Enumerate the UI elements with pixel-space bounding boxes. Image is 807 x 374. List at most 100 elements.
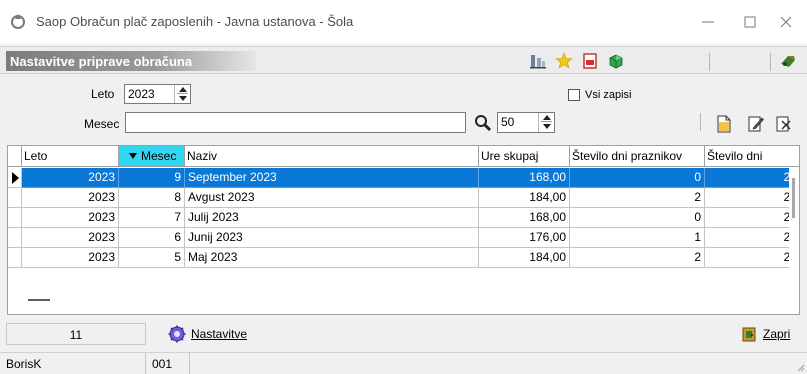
title-bar[interactable]: Saop Obračun plač zaposlenih - Javna ust… (0, 0, 807, 44)
cube-icon[interactable] (607, 52, 625, 70)
resize-grip-icon[interactable] (795, 362, 805, 372)
cell-stevilo-dni[interactable]: 21 (705, 188, 799, 208)
cell-naziv[interactable]: Maj 2023 (185, 248, 479, 268)
leto-spin-arrows[interactable] (174, 85, 190, 103)
spin-divider (177, 93, 188, 94)
new-document-icon[interactable] (716, 115, 732, 133)
cell-leto[interactable]: 2023 (22, 208, 119, 228)
settings-gear-icon (168, 325, 186, 343)
cell-ure-skupaj[interactable]: 184,00 (479, 188, 570, 208)
column-header-mesec[interactable]: Mesec (119, 146, 185, 167)
status-code: 001 (146, 353, 190, 374)
cell-stevilo-dni-praznikov[interactable]: 2 (570, 188, 705, 208)
row-indicator[interactable] (8, 248, 22, 268)
leto-spinner[interactable]: 2023 (124, 84, 191, 104)
form-caption-text: Nastavitve priprave obračuna (10, 54, 193, 69)
cell-mesec[interactable]: 5 (119, 248, 185, 268)
cell-mesec[interactable]: 7 (119, 208, 185, 228)
row-indicator[interactable] (8, 188, 22, 208)
cell-stevilo-dni-praznikov[interactable]: 2 (570, 248, 705, 268)
minimize-icon (702, 21, 714, 23)
vsi-zapisi-label: Vsi zapisi (585, 89, 632, 101)
page-size-spinner[interactable]: 50 (497, 112, 555, 133)
cell-naziv[interactable]: Julij 2023 (185, 208, 479, 228)
data-grid[interactable]: Leto Mesec Naziv Ure skupaj Število dni … (7, 145, 800, 315)
cell-leto[interactable]: 2023 (22, 248, 119, 268)
vertical-scrollbar[interactable] (789, 168, 799, 314)
status-bar: BorisK 001 (0, 352, 807, 374)
columns-icon[interactable] (529, 52, 547, 70)
spin-down-icon[interactable] (179, 96, 187, 101)
table-row[interactable]: 20237Julij 2023168,00021 (8, 208, 799, 228)
cell-ure-skupaj[interactable]: 176,00 (479, 228, 570, 248)
cell-leto[interactable]: 2023 (22, 228, 119, 248)
current-row-arrow-icon (12, 172, 19, 184)
cell-ure-skupaj[interactable]: 184,00 (479, 248, 570, 268)
delete-document-icon[interactable] (776, 115, 792, 133)
toolbar-separator (770, 53, 771, 71)
spin-divider (541, 121, 552, 122)
column-header-naziv[interactable]: Naziv (185, 146, 479, 167)
scrollbar-thumb[interactable] (792, 178, 795, 218)
table-row[interactable]: 20239September 2023168,00021 (8, 168, 799, 188)
spin-up-icon[interactable] (543, 115, 551, 120)
spin-down-icon[interactable] (543, 124, 551, 129)
vsi-zapisi-checkbox[interactable] (568, 89, 580, 101)
cell-ure-skupaj[interactable]: 168,00 (479, 208, 570, 228)
cell-naziv[interactable]: Avgust 2023 (185, 188, 479, 208)
row-indicator-header (8, 146, 22, 167)
table-row[interactable]: 20238Avgust 2023184,00221 (8, 188, 799, 208)
table-row[interactable]: 20236Junij 2023176,00121 (8, 228, 799, 248)
window-title: Saop Obračun plač zaposlenih - Javna ust… (36, 14, 354, 29)
cell-naziv[interactable]: Junij 2023 (185, 228, 479, 248)
status-user: BorisK (0, 353, 146, 374)
column-header-leto[interactable]: Leto (22, 146, 119, 167)
cell-stevilo-dni[interactable]: 21 (705, 208, 799, 228)
toolbar-separator (709, 53, 710, 71)
row-indicator[interactable] (8, 208, 22, 228)
cell-stevilo-dni[interactable]: 21 (705, 248, 799, 268)
app-logo-icon (11, 14, 25, 29)
table-row[interactable]: 20235Maj 2023184,00221 (8, 248, 799, 268)
cell-naziv[interactable]: September 2023 (185, 168, 479, 188)
cell-stevilo-dni[interactable]: 21 (705, 168, 799, 188)
close-button[interactable] (764, 0, 807, 44)
sort-descending-icon (129, 153, 137, 160)
cell-leto[interactable]: 2023 (22, 188, 119, 208)
cell-ure-skupaj[interactable]: 168,00 (479, 168, 570, 188)
cell-mesec[interactable]: 6 (119, 228, 185, 248)
page-size-spin-arrows[interactable] (538, 113, 554, 132)
close-icon (780, 16, 792, 28)
leto-value: 2023 (128, 87, 155, 101)
close-door-icon (742, 327, 756, 342)
cell-stevilo-dni-praznikov[interactable]: 0 (570, 208, 705, 228)
column-header-stevilo-dni[interactable]: Število dni (705, 146, 799, 167)
pdf-export-icon[interactable] (581, 52, 599, 70)
cell-mesec[interactable]: 9 (119, 168, 185, 188)
leto-label: Leto (91, 87, 115, 101)
row-indicator[interactable] (8, 168, 22, 188)
column-header-ure-skupaj[interactable]: Ure skupaj (479, 146, 570, 167)
edit-document-icon[interactable] (748, 115, 764, 133)
row-indicator[interactable] (8, 228, 22, 248)
header-toolbar: Nastavitve priprave obračuna (0, 46, 807, 74)
separator-line (28, 299, 50, 301)
mesec-label: Mesec (84, 117, 120, 131)
cell-leto[interactable]: 2023 (22, 168, 119, 188)
zapri-label: Zapri (763, 327, 791, 341)
record-count: 11 (6, 323, 146, 345)
cell-stevilo-dni-praznikov[interactable]: 1 (570, 228, 705, 248)
mesec-input[interactable] (125, 112, 466, 133)
maximize-icon (744, 16, 756, 28)
cell-stevilo-dni-praznikov[interactable]: 0 (570, 168, 705, 188)
form-caption: Nastavitve priprave obračuna (6, 51, 256, 71)
search-icon[interactable] (474, 114, 492, 132)
cell-mesec[interactable]: 8 (119, 188, 185, 208)
favorite-star-icon[interactable] (555, 52, 573, 70)
minimize-button[interactable] (686, 0, 730, 44)
exit-run-icon[interactable] (779, 52, 797, 70)
column-header-stevilo-dni-praznikov[interactable]: Število dni praznikov (570, 146, 705, 167)
cell-stevilo-dni[interactable]: 21 (705, 228, 799, 248)
spin-up-icon[interactable] (179, 87, 187, 92)
page-size-value: 50 (501, 115, 515, 129)
